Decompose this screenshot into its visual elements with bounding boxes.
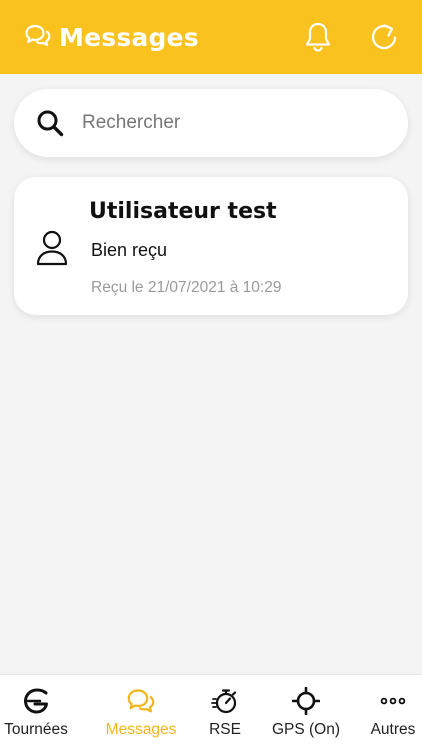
- conversation-date: Reçu le 21/07/2021 à 10:29: [91, 279, 282, 296]
- search-icon: [36, 109, 64, 137]
- tab-rse[interactable]: RSE: [200, 675, 250, 750]
- conversation-card[interactable]: Utilisateur test Bien reçu Reçu le 21/07…: [14, 177, 408, 315]
- bottom-tab-bar: Tournées Messages RSE GPS (On) Autres: [0, 674, 422, 750]
- chat-bubbles-icon: [25, 23, 51, 52]
- tab-gps[interactable]: GPS (On): [266, 675, 346, 750]
- tab-label: GPS (On): [271, 721, 341, 738]
- bell-icon[interactable]: [302, 21, 334, 53]
- search-bar[interactable]: [14, 89, 408, 157]
- search-input[interactable]: [82, 112, 362, 134]
- tab-label: RSE: [209, 721, 241, 738]
- user-icon: [36, 229, 68, 267]
- conversation-name: Utilisateur test: [89, 199, 277, 224]
- header-title-group: Messages: [25, 23, 199, 52]
- g-logo-icon: [22, 687, 50, 715]
- page-title: Messages: [59, 22, 199, 52]
- chat-bubbles-icon: [127, 687, 155, 715]
- header-actions: [302, 0, 400, 74]
- crosshair-icon: [292, 687, 320, 715]
- tab-autres[interactable]: Autres: [364, 675, 422, 750]
- tab-tournees[interactable]: Tournées: [0, 675, 72, 750]
- tab-label: Autres: [370, 721, 416, 738]
- stopwatch-icon: [211, 687, 239, 715]
- messages-content: Utilisateur test Bien reçu Reçu le 21/07…: [0, 74, 422, 674]
- conversation-last-message: Bien reçu: [91, 240, 168, 260]
- tab-label: Tournées: [4, 721, 68, 738]
- tab-messages[interactable]: Messages: [96, 675, 186, 750]
- app-header: Messages: [0, 0, 422, 74]
- more-dots-icon: [379, 687, 407, 715]
- refresh-icon[interactable]: [368, 21, 400, 53]
- tab-label: Messages: [105, 721, 177, 738]
